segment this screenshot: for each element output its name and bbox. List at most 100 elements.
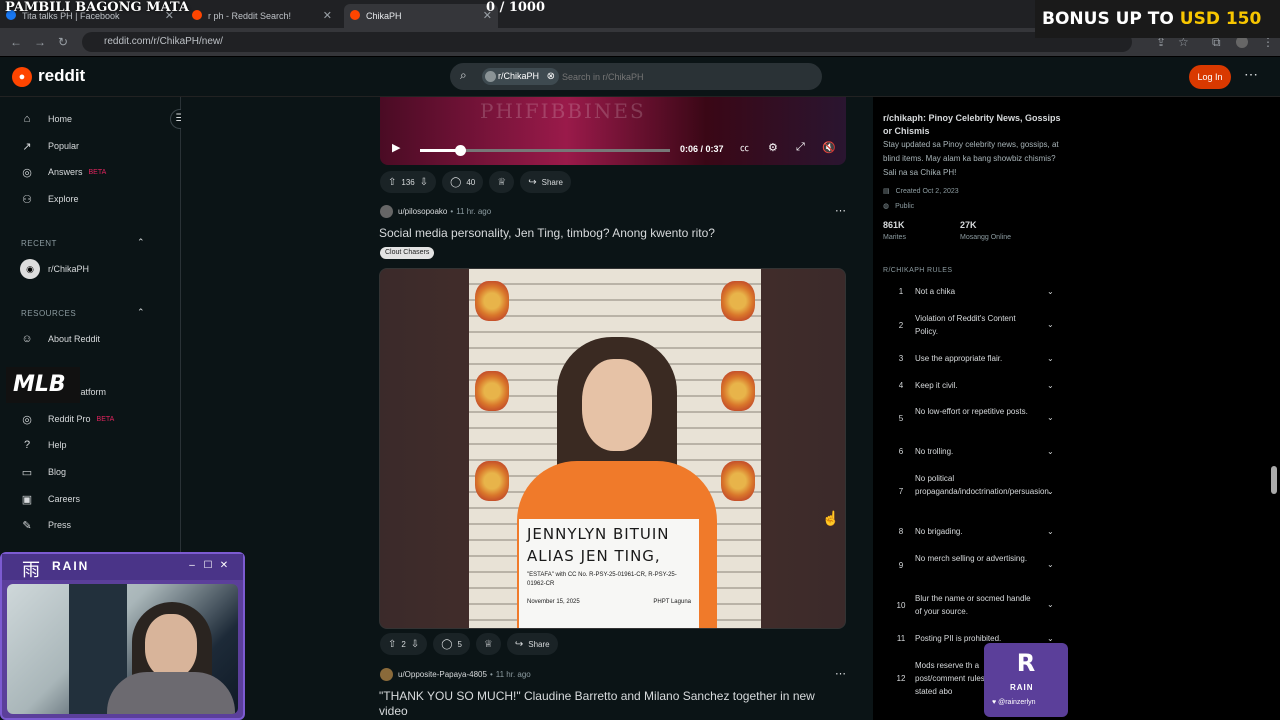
back-icon[interactable]: ←: [10, 35, 22, 49]
share-button[interactable]: ↪ Share: [506, 633, 558, 655]
seal-emblem: [475, 281, 509, 321]
chevron-down-icon[interactable]: ⌄: [1047, 558, 1054, 571]
mlb-logo-overlay: MLB: [6, 367, 80, 403]
seal-emblem: [721, 371, 755, 411]
sidebar-item-press[interactable]: ✎ Press: [20, 515, 71, 535]
sidebar-item-explore[interactable]: ⚇ Explore: [20, 189, 78, 209]
subreddit-avatar: ◉: [20, 259, 40, 279]
chevron-up-icon[interactable]: ⌃: [137, 307, 145, 318]
chevron-down-icon[interactable]: ⌄: [1047, 485, 1054, 498]
sidebar-item-chikaph[interactable]: ◉ r/ChikaPH: [20, 259, 89, 279]
upvote-icon[interactable]: ⇧: [388, 639, 396, 650]
sidebar-item-about-reddit[interactable]: ☺ About Reddit: [20, 329, 100, 349]
sidebar-item-popular[interactable]: ↗ Popular: [20, 136, 79, 156]
chevron-down-icon[interactable]: ⌄: [1047, 525, 1054, 538]
chevron-down-icon[interactable]: ⌄: [1047, 445, 1054, 458]
seal-emblem: [721, 281, 755, 321]
video-seekbar[interactable]: [420, 145, 670, 156]
home-icon: ⌂: [23, 113, 31, 125]
reddit-logo-icon[interactable]: ●: [12, 67, 32, 87]
reload-icon[interactable]: ↻: [58, 35, 68, 49]
play-icon[interactable]: ▶: [392, 141, 400, 154]
chevron-down-icon[interactable]: ⌄: [1047, 352, 1054, 365]
post-title[interactable]: "THANK YOU SO MUCH!" Claudine Barretto a…: [379, 689, 829, 719]
post-author[interactable]: u/pilosopoako: [398, 207, 447, 216]
post-meta: u/pilosopoako • 11 hr. ago: [380, 205, 491, 218]
page-scrollbar[interactable]: [1271, 466, 1277, 494]
award-button[interactable]: ♕: [475, 633, 501, 655]
user-avatar: [380, 668, 393, 681]
chevron-down-icon[interactable]: ⌄: [1047, 285, 1054, 298]
close-tab-icon[interactable]: ✕: [323, 9, 332, 22]
vote-control[interactable]: ⇧ 136 ⇩: [380, 171, 437, 193]
settings-gear-icon[interactable]: ⚙: [768, 141, 778, 154]
video-player[interactable]: PHIFIBBINES ▶ 0:06 / 0:37 ㏄ ⚙ ⤢ 🔇: [380, 97, 846, 165]
downvote-icon[interactable]: ⇩: [420, 177, 428, 188]
chevron-up-icon[interactable]: ⌃: [137, 237, 145, 248]
search-community-chip[interactable]: r/ChikaPH ⊗: [482, 68, 560, 85]
login-button[interactable]: Log In: [1189, 65, 1231, 89]
sidebar-item-careers[interactable]: ▣ Careers: [20, 489, 80, 509]
chevron-down-icon[interactable]: ⌄: [1047, 318, 1054, 331]
chevron-down-icon[interactable]: ⌄: [1047, 379, 1054, 392]
upvote-icon[interactable]: ⇧: [388, 177, 396, 188]
post-options-icon[interactable]: ⋯: [835, 667, 846, 680]
maximize-icon[interactable]: ☐: [202, 560, 214, 572]
popular-icon: ↗: [22, 140, 32, 153]
chevron-down-icon[interactable]: ⌄: [1047, 598, 1054, 611]
chevron-down-icon[interactable]: ⌄: [1047, 411, 1054, 424]
mute-icon[interactable]: 🔇: [822, 141, 836, 154]
post-options-icon[interactable]: ⋯: [835, 204, 846, 217]
post-image[interactable]: JENNYLYN BITUIN ALIAS JEN TING, "ESTAFA"…: [379, 268, 846, 629]
more-options-icon[interactable]: ⋯: [1244, 66, 1258, 83]
created-date: ▤ Created Oct 2, 2023: [883, 187, 959, 196]
visibility: ◍ Public: [883, 202, 915, 211]
tab-reddit-search[interactable]: r ph - Reddit Search! ✕: [186, 4, 338, 28]
comments-button[interactable]: ◯ 5: [433, 633, 470, 655]
comments-button[interactable]: ◯ 40: [442, 171, 484, 193]
members-count: 861K: [883, 220, 905, 230]
downvote-icon[interactable]: ⇩: [411, 639, 419, 650]
comment-icon: ◯: [450, 176, 462, 188]
search-icon: ⌕: [460, 68, 467, 82]
video-seek-handle[interactable]: [455, 145, 466, 156]
sidebar-item-blog[interactable]: ▭ Blog: [20, 462, 66, 482]
search-input[interactable]: [562, 68, 802, 85]
captions-icon[interactable]: ㏄: [740, 141, 749, 154]
clear-chip-icon[interactable]: ⊗: [547, 68, 555, 85]
stream-overlay-title: PAMBILI BAGONG MATA: [5, 0, 189, 15]
community-description: Stay updated sa Pinoy celebrity news, go…: [883, 140, 1059, 177]
post-author[interactable]: u/Opposite-Papaya-4805: [398, 670, 487, 679]
fullscreen-icon[interactable]: ⤢: [796, 141, 805, 154]
search-bar[interactable]: ⌕ r/ChikaPH ⊗: [450, 63, 822, 90]
minimize-icon[interactable]: –: [186, 560, 198, 572]
rain-kanji-logo: 雨: [22, 560, 40, 581]
award-button[interactable]: ♕: [489, 171, 515, 193]
tab-chikaph[interactable]: ChikaPH ✕: [344, 4, 498, 28]
community-icon: [485, 71, 496, 82]
reddit-logo-text[interactable]: reddit: [38, 66, 85, 86]
rain-badge-text: RAIN: [1010, 683, 1034, 692]
close-icon[interactable]: ✕: [218, 560, 230, 572]
reddit-icon: [192, 10, 202, 20]
community-sidebar: r/chikaph: Pinoy Celebrity News, Gossips…: [873, 97, 1076, 720]
post-time: 11 hr. ago: [495, 670, 531, 679]
sidebar-item-reddit-pro[interactable]: ◎ Reddit Pro BETA: [20, 409, 114, 429]
sidebar-item-answers[interactable]: ◎ Answers BETA: [20, 162, 106, 182]
online-label: Mosangg Online: [960, 234, 1011, 241]
sidebar-item-home[interactable]: ⌂ Home: [20, 109, 72, 129]
post-title[interactable]: Social media personality, Jen Ting, timb…: [379, 226, 715, 241]
share-button[interactable]: ↪ Share: [520, 171, 571, 193]
sidebar-item-help[interactable]: ? Help: [20, 435, 67, 455]
video-progress-fill: [420, 149, 460, 152]
forward-icon[interactable]: →: [34, 35, 46, 49]
careers-icon: ▣: [21, 493, 33, 506]
award-icon: ♕: [483, 638, 493, 650]
recent-heading: RECENT: [21, 239, 57, 248]
post-flair[interactable]: Clout Chasers: [380, 247, 435, 259]
reddit-icon: [350, 10, 360, 20]
mugshot-photo: JENNYLYN BITUIN ALIAS JEN TING, "ESTAFA"…: [469, 269, 761, 628]
url-field[interactable]: reddit.com/r/ChikaPH/new/: [82, 32, 1132, 52]
vote-control[interactable]: ⇧ 2 ⇩: [380, 633, 428, 655]
post-actions: ⇧ 2 ⇩ ◯ 5 ♕ ↪ Share: [380, 633, 558, 655]
